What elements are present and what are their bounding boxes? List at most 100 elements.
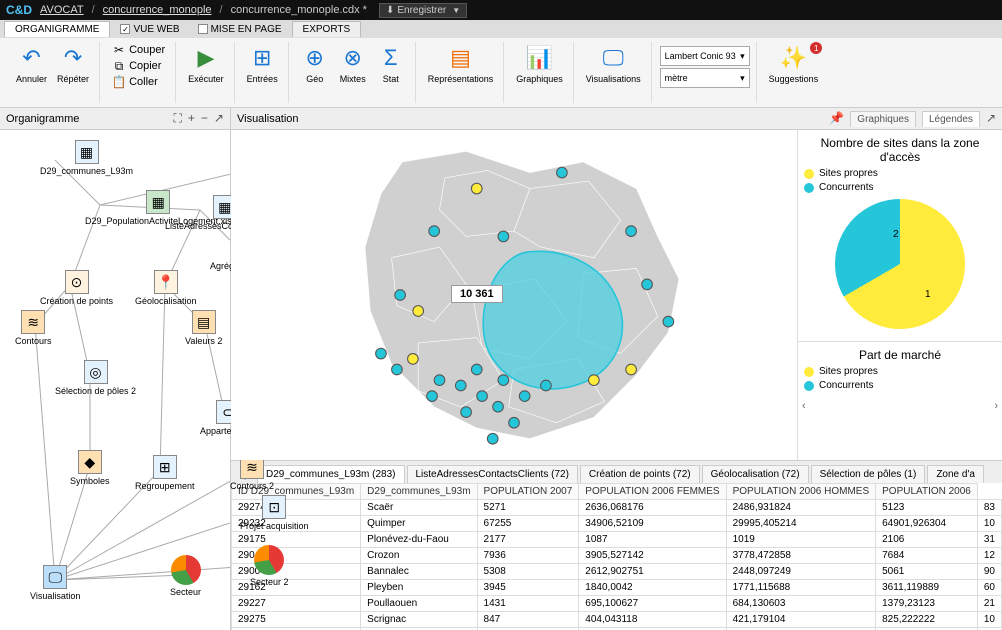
table-row[interactable]: 29175Plonévez-du-Faou217710871019210631	[231, 532, 1001, 548]
legend-item: Concurrents	[804, 182, 996, 193]
unit-select[interactable]: mètre▾	[660, 68, 750, 88]
swatch-icon	[804, 183, 814, 193]
graphiques-button[interactable]: 📊 Graphiques	[512, 42, 567, 86]
stat-button[interactable]: ΣStat	[373, 42, 409, 86]
poles-icon: ◎	[84, 360, 108, 384]
breadcrumb-file: concurrence_monople.cdx *	[231, 4, 367, 16]
fullscreen-icon[interactable]: ↗	[986, 111, 996, 127]
entries-button[interactable]: ⊞ Entrées	[243, 42, 282, 86]
legend-item: Sites propres	[804, 366, 996, 377]
projection-select[interactable]: Lambert Conic 93▾	[660, 46, 750, 66]
paste-icon: 📋	[112, 75, 126, 89]
table-row[interactable]: 29004Bannalec53082612,9027512448,0972495…	[231, 564, 1001, 580]
cell: 29995,405214	[726, 516, 876, 532]
cell: 847	[477, 612, 579, 628]
globe-icon: ⊕	[301, 44, 329, 72]
data-tab[interactable]: D29_communes_L93m (283)	[257, 465, 405, 483]
cell: 421,179104	[726, 612, 876, 628]
column-header[interactable]: D29_communes_L93m	[361, 484, 477, 500]
map-view[interactable]: 10 361	[231, 130, 797, 460]
table-row[interactable]: 29042Crozon79363905,5271423778,472858768…	[231, 548, 1001, 564]
cell: 684,130603	[726, 596, 876, 612]
cell: 7936	[477, 548, 579, 564]
data-tab[interactable]: Sélection de pôles (1)	[811, 465, 926, 483]
minus-icon[interactable]: −	[201, 111, 208, 126]
cell: 2612,902751	[579, 564, 726, 580]
chart-sites: Nombre de sites dans la zone d'accès Sit…	[798, 130, 1002, 341]
data-tab[interactable]: ListeAdressesContactsClients (72)	[407, 465, 578, 483]
visualisations-button[interactable]: 🖵 Visualisations	[582, 42, 645, 86]
table-row[interactable]: 29274Scaër52712636,0681762486,9318245123…	[231, 500, 1001, 516]
column-header[interactable]: POPULATION 2006	[876, 484, 978, 500]
cell: 29227	[231, 596, 360, 612]
app-logo: C&D	[6, 3, 32, 17]
scrollbar[interactable]: ‹›	[798, 400, 1002, 414]
chart-title: Nombre de sites dans la zone d'accès	[804, 136, 996, 164]
representations-button[interactable]: ▤ Représentations	[424, 42, 498, 86]
cell: 2486,931824	[726, 500, 876, 516]
undo-icon: ↶	[18, 44, 46, 72]
pie-icon	[171, 555, 201, 585]
data-area: ▾ D29_communes_L93m (283) ListeAdressesC…	[231, 460, 1002, 630]
execute-button[interactable]: ▶ Exécuter	[184, 42, 228, 86]
column-header[interactable]: POPULATION 2006 FEMMES	[579, 484, 726, 500]
breadcrumb[interactable]: AVOCAT	[40, 4, 84, 16]
mixtes-button[interactable]: ⊗Mixtes	[335, 42, 371, 86]
data-tab[interactable]: Géolocalisation (72)	[702, 465, 809, 483]
table-row[interactable]: 29232Quimper6725534906,5210929995,405214…	[231, 516, 1001, 532]
cell: 34906,52109	[579, 516, 726, 532]
cut-button[interactable]: ✂Couper	[108, 42, 169, 58]
project-icon: ⊡	[262, 495, 286, 519]
paste-button[interactable]: 📋Coller	[108, 74, 169, 90]
tab-exports[interactable]: EXPORTS	[292, 21, 362, 37]
breadcrumb[interactable]: concurrence_monople	[103, 4, 212, 16]
expand-icon[interactable]: ⛶	[173, 111, 181, 126]
side-tab-legendes[interactable]: Légendes	[922, 111, 980, 127]
table-wrapper[interactable]: ID D29_communes_L93mD29_communes_L93mPOP…	[231, 483, 1002, 630]
undo-button[interactable]: ↶ Annuler	[12, 42, 51, 86]
data-tab[interactable]: Création de points (72)	[580, 465, 700, 483]
fullscreen-icon[interactable]: ↗	[214, 111, 224, 126]
chevron-right-icon[interactable]: ›	[994, 400, 998, 414]
flow-canvas[interactable]: ▦D29_communes_L93m ◉Zone d'accès ▦D29_Po…	[0, 130, 230, 630]
side-tab-graphiques[interactable]: Graphiques	[850, 111, 916, 127]
redo-button[interactable]: ↷ Répéter	[53, 42, 93, 86]
monitor-icon: 🖵	[43, 565, 67, 589]
column-header[interactable]: POPULATION 2007	[477, 484, 579, 500]
table-row[interactable]: 29162Pleyben39451840,00421771,1156883611…	[231, 580, 1001, 596]
cell: 1431	[477, 596, 579, 612]
cell: 7684	[876, 548, 978, 564]
cell: 5271	[477, 500, 579, 516]
cell: 31	[977, 532, 1001, 548]
swatch-icon	[804, 367, 814, 377]
cell: Plonévez-du-Faou	[361, 532, 477, 548]
data-tab[interactable]: Zone d'a	[927, 465, 984, 483]
values-icon: ▤	[192, 310, 216, 334]
cell: 1771,115688	[726, 580, 876, 596]
copy-button[interactable]: ⧉Copier	[108, 58, 169, 74]
cell: 2636,068176	[579, 500, 726, 516]
table-row[interactable]: 29227Poullaouen1431695,100627684,1306031…	[231, 596, 1001, 612]
database-icon: ⊞	[248, 44, 276, 72]
download-icon: ⬇	[386, 5, 394, 16]
plus-icon[interactable]: +	[188, 111, 195, 126]
cell: 21	[977, 596, 1001, 612]
chevron-left-icon[interactable]: ‹	[802, 400, 806, 414]
column-header[interactable]: POPULATION 2006 HOMMES	[726, 484, 876, 500]
legend-item: Sites propres	[804, 168, 996, 179]
pin-icon[interactable]: 📌	[829, 111, 844, 127]
data-tabs: ▾ D29_communes_L93m (283) ListeAdressesC…	[231, 461, 1002, 483]
tab-organigramme[interactable]: ORGANIGRAMME	[4, 21, 110, 37]
cell: Crozon	[361, 548, 477, 564]
geo-button[interactable]: ⊕Géo	[297, 42, 333, 86]
cell: 5123	[876, 500, 978, 516]
table-row[interactable]: 29275Scrignac847404,043118421,179104825,…	[231, 612, 1001, 628]
cell: 3611,119889	[876, 580, 978, 596]
side-panel: Nombre de sites dans la zone d'accès Sit…	[797, 130, 1002, 460]
tab-miseenpage[interactable]: MISE EN PAGE	[190, 22, 290, 37]
suggestions-button[interactable]: ✨ 1 Suggestions	[765, 42, 823, 86]
tab-vueweb[interactable]: ✓ VUE WEB	[112, 22, 187, 37]
chart-icon: 📊	[526, 44, 554, 72]
organigramme-panel: Organigramme ⛶ + − ↗	[0, 108, 231, 630]
save-button[interactable]: ⬇ Enregistrer ▼	[379, 3, 467, 18]
